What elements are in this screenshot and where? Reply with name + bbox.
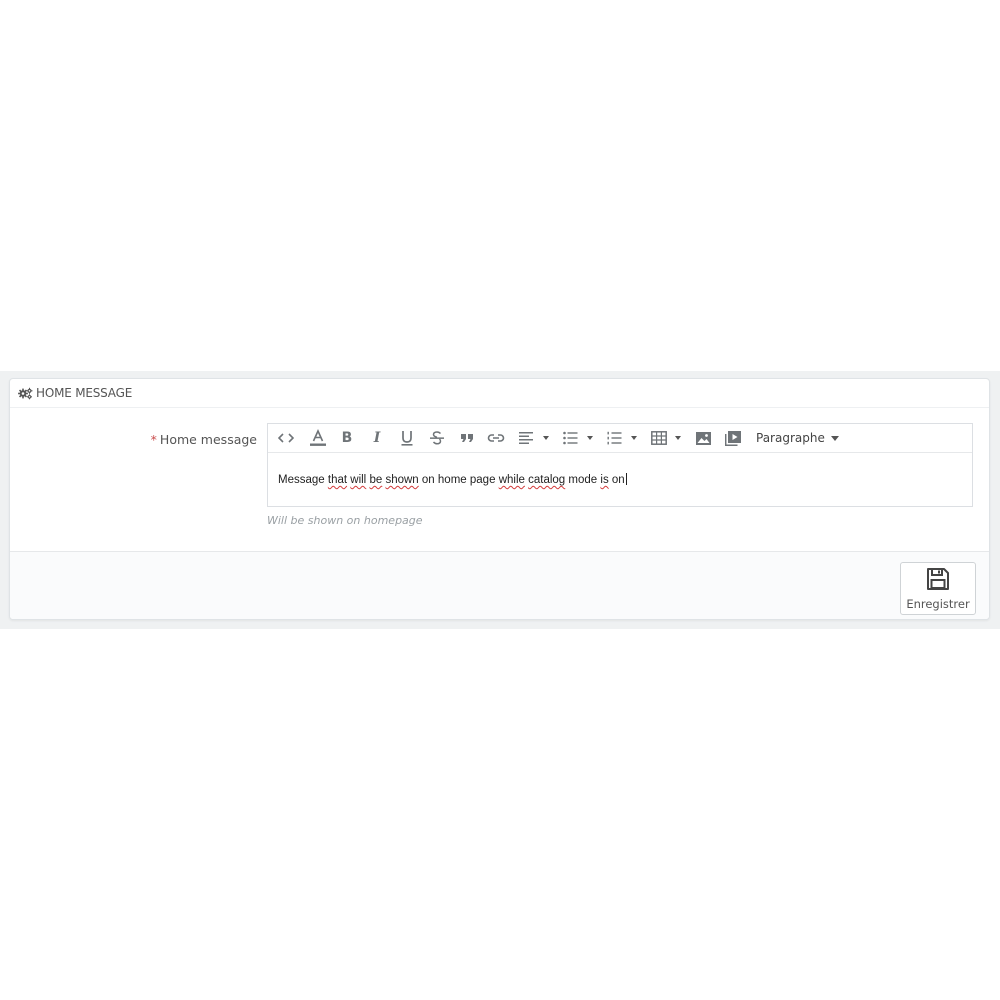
content-word: on [421, 474, 435, 486]
italic-icon[interactable]: I [368, 427, 386, 449]
code-view-icon[interactable] [276, 427, 296, 449]
text-color-icon[interactable] [308, 427, 328, 449]
link-icon[interactable] [486, 427, 506, 449]
content-word-misspelled: catalog [528, 474, 566, 486]
numbered-list-icon[interactable] [606, 427, 638, 449]
field-label: * Home message [151, 432, 257, 447]
content-word-misspelled: will [350, 474, 367, 486]
field-label-text: Home message [159, 432, 257, 447]
bold-icon[interactable]: B [338, 427, 356, 449]
content-word: Message [278, 474, 325, 486]
content-word-misspelled: that [327, 474, 348, 486]
required-mark: * [150, 432, 157, 447]
panel-title: HOME MESSAGE [36, 386, 133, 400]
panel-heading: HOME MESSAGE [10, 379, 989, 408]
content-word: page [469, 474, 496, 486]
blockquote-icon[interactable] [458, 427, 476, 449]
rich-text-editor[interactable]: B I Paragraphe Message that will be show… [267, 423, 973, 507]
content-word-misspelled: while [498, 474, 525, 486]
content-word: mode [568, 474, 598, 486]
strikethrough-icon[interactable] [428, 427, 446, 449]
image-icon[interactable] [694, 427, 712, 449]
content-word: on [611, 474, 625, 486]
floppy-disk-icon [926, 567, 950, 594]
text-caret [625, 473, 627, 485]
help-text: Will be shown on homepage [267, 514, 423, 527]
content-word-misspelled: shown [385, 474, 419, 486]
content-word-misspelled: is [600, 474, 609, 486]
home-message-panel: HOME MESSAGE * Home message B I Paragrap… [9, 378, 990, 620]
editor-content[interactable]: Message that will be shown on home page … [268, 453, 972, 486]
save-button-label: Enregistrer [906, 596, 970, 611]
format-select-label: Paragraphe [756, 431, 825, 445]
align-left-icon[interactable] [518, 427, 550, 449]
save-button[interactable]: Enregistrer [900, 562, 976, 615]
cogs-icon [18, 387, 33, 400]
page: HOME MESSAGE * Home message B I Paragrap… [0, 0, 1000, 1000]
underline-icon[interactable] [398, 427, 416, 449]
content-word: home [437, 474, 467, 486]
editor-toolbar: B I Paragraphe [268, 424, 972, 453]
table-icon[interactable] [650, 427, 682, 449]
media-icon[interactable] [724, 427, 742, 449]
content-word-misspelled: be [369, 474, 383, 486]
panel-footer: Enregistrer [10, 551, 989, 619]
bullet-list-icon[interactable] [562, 427, 594, 449]
format-select[interactable]: Paragraphe [756, 427, 839, 449]
chevron-down-icon [830, 435, 839, 441]
